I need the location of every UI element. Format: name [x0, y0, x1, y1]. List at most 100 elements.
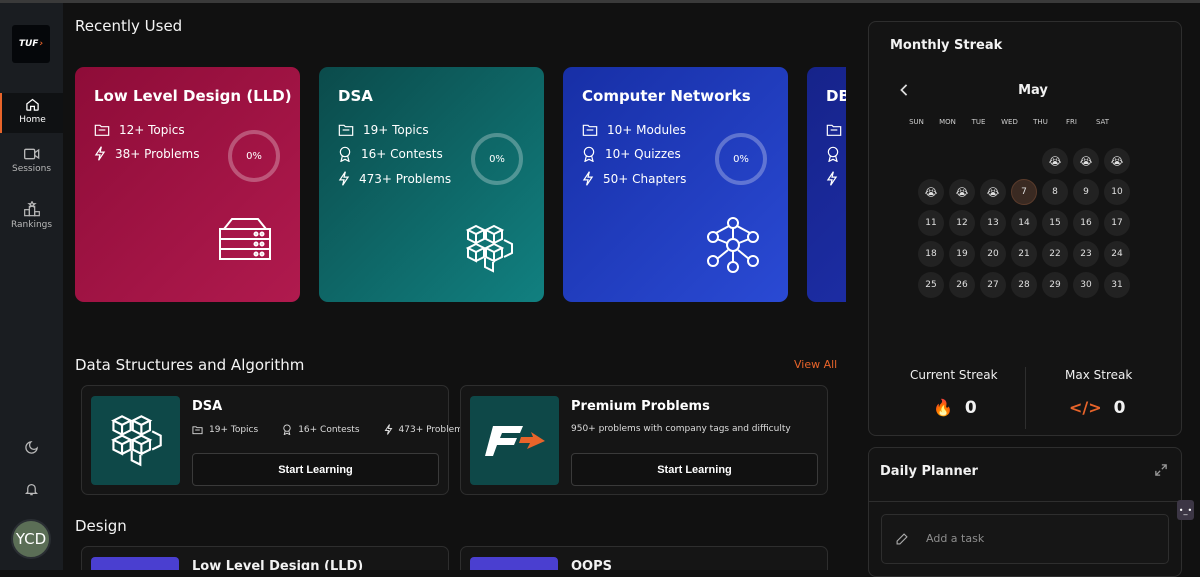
monthly-streak-panel: Monthly Streak May SUN MON TUE WED THU FRI SAT…: [868, 21, 1182, 436]
start-learning-button[interactable]: Start Learning: [571, 453, 818, 486]
tile-meta: 19+ Topics 16+ Contests 473+ Problems: [192, 424, 492, 435]
cubes-icon: [110, 414, 162, 466]
course-card-computer-networks[interactable]: Computer Networks 10+ Modules 10+ Quizze…: [563, 67, 788, 302]
calendar-day[interactable]: 31: [1104, 272, 1130, 298]
recently-used-cards: Low Level Design (LLD) 12+ Topics 38+ Pr…: [75, 67, 846, 303]
course-card-db[interactable]: DB: [807, 67, 846, 302]
expand-icon[interactable]: [1155, 464, 1167, 479]
progress-ring: 0%: [228, 130, 280, 182]
calendar-day[interactable]: 7: [1011, 179, 1037, 205]
prev-month-button[interactable]: [899, 84, 909, 100]
card-title: DB: [826, 87, 846, 105]
f-logo-icon: [484, 425, 545, 456]
calendar-day[interactable]: 17: [1104, 210, 1130, 236]
calendar-day[interactable]: 12: [949, 210, 975, 236]
calendar-day[interactable]: 10: [1104, 179, 1130, 205]
dsa-thumbnail: [91, 396, 180, 485]
folder-icon: [192, 425, 203, 434]
floating-widget-button[interactable]: •_•: [1177, 500, 1194, 520]
calendar-day[interactable]: 11: [918, 210, 944, 236]
sidebar-item-label: Sessions: [11, 164, 52, 174]
calendar-day[interactable]: 30: [1073, 272, 1099, 298]
course-card-dsa[interactable]: DSA 19+ Topics 16+ Contests 473+ Problem…: [319, 67, 544, 302]
start-learning-button[interactable]: Start Learning: [192, 453, 439, 486]
calendar-day[interactable]: 😭: [918, 179, 944, 205]
calendar-day[interactable]: 15: [1042, 210, 1068, 236]
sidebar-item-label: Rankings: [10, 220, 53, 230]
current-streak-label: Current Streak: [910, 368, 998, 382]
folder-icon: [94, 124, 110, 136]
card-title: DSA: [338, 87, 373, 105]
premium-problems-tile[interactable]: Premium Problems 950+ problems with comp…: [460, 385, 828, 495]
calendar-day[interactable]: 28: [1011, 272, 1037, 298]
badge-icon: [283, 424, 291, 435]
max-streak-value: </> 0: [1069, 398, 1126, 418]
bell-icon: [24, 484, 39, 496]
calendar-day[interactable]: 20: [980, 241, 1006, 267]
progress-ring: 0%: [715, 133, 767, 185]
folder-icon: [338, 124, 354, 136]
lld-tile[interactable]: Low Level Design (LLD): [81, 546, 449, 570]
calendar-day[interactable]: 26: [949, 272, 975, 298]
tile-title: OOPS: [571, 559, 612, 570]
sidebar-item-rankings[interactable]: Rankings: [0, 201, 63, 235]
avatar[interactable]: YCD: [11, 519, 51, 559]
streak-divider: [1025, 367, 1026, 429]
dsa-tile[interactable]: DSA 19+ Topics 16+ Contests 473+ Problem…: [81, 385, 468, 495]
oops-tile[interactable]: OOPS: [460, 546, 828, 570]
calendar-day[interactable]: 😭: [1042, 148, 1068, 174]
planner-title: Daily Planner: [880, 464, 978, 479]
calendar-day[interactable]: 13: [980, 210, 1006, 236]
task-input-box: [881, 514, 1169, 564]
tile-title: Low Level Design (LLD): [192, 559, 364, 570]
calendar-day[interactable]: 😭: [949, 179, 975, 205]
calendar-day[interactable]: 😭: [1104, 148, 1130, 174]
network-icon: [707, 217, 759, 273]
sidebar-item-sessions[interactable]: Sessions: [0, 147, 63, 181]
view-all-link[interactable]: View All: [794, 358, 837, 371]
planner-divider: [869, 501, 1181, 502]
calendar-day[interactable]: 25: [918, 272, 944, 298]
calendar-day[interactable]: 18: [918, 241, 944, 267]
badge-icon: [339, 146, 351, 162]
max-streak-label: Max Streak: [1065, 368, 1133, 382]
home-icon: [26, 98, 39, 111]
month-label: May: [1018, 83, 1048, 98]
folder-icon: [582, 124, 598, 136]
calendar-day[interactable]: 22: [1042, 241, 1068, 267]
theme-toggle[interactable]: [0, 440, 63, 460]
sidebar-item-home[interactable]: Home: [0, 93, 63, 133]
task-input[interactable]: [926, 532, 1146, 545]
badge-icon: [583, 146, 595, 162]
tuf-logo[interactable]: TUF ›: [12, 25, 50, 63]
bolt-icon: [94, 146, 106, 161]
card-stat: [826, 171, 846, 186]
daily-planner-panel: Daily Planner: [868, 447, 1182, 577]
weekday-label: SUN: [909, 118, 924, 126]
calendar-day[interactable]: 27: [980, 272, 1006, 298]
fire-icon: 🔥: [933, 398, 953, 417]
podium-icon: [23, 201, 40, 217]
calendar-day[interactable]: 24: [1104, 241, 1130, 267]
bolt-icon: [826, 171, 838, 186]
calendar-day[interactable]: 16: [1073, 210, 1099, 236]
calendar-day[interactable]: 21: [1011, 241, 1037, 267]
calendar-day[interactable]: 😭: [980, 179, 1006, 205]
course-card-lld[interactable]: Low Level Design (LLD) 12+ Topics 38+ Pr…: [75, 67, 300, 302]
calendar-day[interactable]: 19: [949, 241, 975, 267]
design-section-title: Design: [75, 517, 127, 535]
weekday-label: WED: [1001, 118, 1018, 126]
calendar-day[interactable]: 29: [1042, 272, 1068, 298]
calendar-day[interactable]: 14: [1011, 210, 1037, 236]
progress-ring: 0%: [471, 133, 523, 185]
calendar-day[interactable]: 9: [1073, 179, 1099, 205]
calendar-day[interactable]: 23: [1073, 241, 1099, 267]
folder-icon: [826, 124, 842, 136]
pencil-icon: [896, 533, 908, 545]
server-icon: [219, 218, 271, 260]
calendar-day[interactable]: 😭: [1073, 148, 1099, 174]
calendar-day[interactable]: 8: [1042, 179, 1068, 205]
bolt-icon: [582, 171, 594, 186]
notifications-button[interactable]: [0, 481, 63, 501]
chevron-left-icon: [900, 84, 908, 96]
